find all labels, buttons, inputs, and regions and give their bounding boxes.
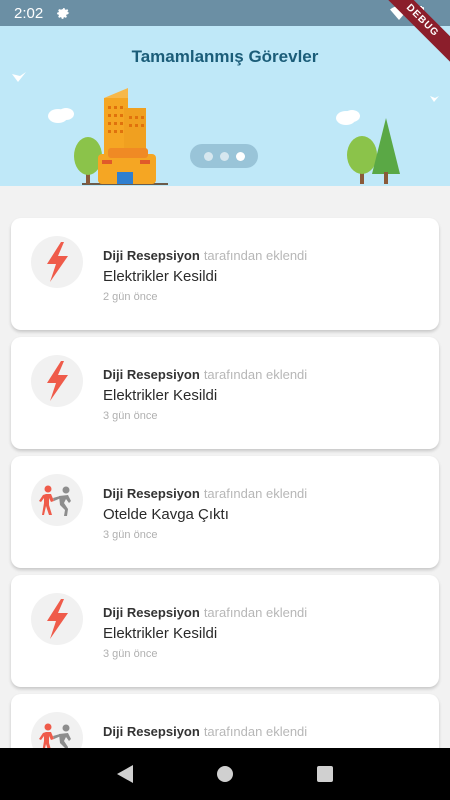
- status-bar: 2:02: [0, 0, 450, 26]
- task-card[interactable]: Diji Resepsiyon tarafından eklendi: [11, 694, 439, 748]
- navigation-bar: [0, 748, 450, 800]
- header-banner: Tamamlanmış Görevler: [0, 26, 450, 186]
- page-dot[interactable]: [219, 151, 229, 161]
- gear-icon: [57, 8, 70, 19]
- lightning-icon: [47, 361, 68, 401]
- task-time: 3 gün önce: [103, 648, 158, 660]
- task-meta: Diji Resepsiyon tarafından eklendi: [103, 724, 307, 739]
- task-title: Elektrikler Kesildi: [103, 387, 218, 404]
- fight-icon: [39, 723, 71, 748]
- recents-icon: [317, 766, 333, 782]
- page-dot[interactable]: [203, 151, 213, 161]
- task-meta: Diji Resepsiyon tarafından eklendi: [103, 486, 307, 501]
- task-added-by: tarafından eklendi: [203, 486, 308, 501]
- home-icon: [217, 766, 233, 782]
- task-added-by: tarafından eklendi: [203, 605, 308, 620]
- task-icon-badge: [31, 712, 83, 748]
- task-title: Otelde Kavga Çıktı: [103, 506, 229, 523]
- back-button[interactable]: [110, 759, 140, 789]
- task-card[interactable]: Diji Resepsiyon tarafından eklendi Elektr…: [11, 575, 439, 687]
- task-meta: Diji Resepsiyon tarafından eklendi: [103, 367, 307, 382]
- task-meta: Diji Resepsiyon tarafından eklendi: [103, 605, 307, 620]
- task-author: Diji Resepsiyon: [103, 605, 200, 620]
- task-icon-badge: [31, 474, 83, 526]
- task-icon-badge: [31, 236, 83, 288]
- task-author: Diji Resepsiyon: [103, 248, 200, 263]
- page-indicator[interactable]: [190, 144, 258, 168]
- task-card[interactable]: Diji Resepsiyon tarafından eklendi Elektr…: [11, 218, 439, 330]
- task-added-by: tarafından eklendi: [203, 724, 308, 739]
- task-author: Diji Resepsiyon: [103, 367, 200, 382]
- lightning-icon: [47, 242, 68, 282]
- task-author: Diji Resepsiyon: [103, 724, 200, 739]
- task-time: 3 gün önce: [103, 410, 158, 422]
- task-icon-badge: [31, 355, 83, 407]
- task-added-by: tarafından eklendi: [203, 367, 308, 382]
- task-title: Elektrikler Kesildi: [103, 625, 218, 642]
- lightning-icon: [47, 599, 68, 639]
- task-added-by: tarafından eklendi: [203, 248, 308, 263]
- task-meta: Diji Resepsiyon tarafından eklendi: [103, 248, 307, 263]
- task-author: Diji Resepsiyon: [103, 486, 200, 501]
- fight-icon: [39, 485, 71, 516]
- task-card[interactable]: Diji Resepsiyon tarafından eklendi Elektr…: [11, 337, 439, 449]
- back-icon: [117, 765, 133, 783]
- completed-tasks-list[interactable]: Diji Resepsiyon tarafından eklendi Elektr…: [0, 186, 450, 748]
- task-icon-badge: [31, 593, 83, 645]
- page-dot-active[interactable]: [235, 151, 245, 161]
- task-card[interactable]: Diji Resepsiyon tarafından eklendi Otelde…: [11, 456, 439, 568]
- home-button[interactable]: [210, 759, 240, 789]
- task-title: Elektrikler Kesildi: [103, 268, 218, 285]
- task-time: 2 gün önce: [103, 291, 158, 303]
- page-title: Tamamlanmış Görevler: [131, 47, 319, 66]
- status-time: 2:02: [14, 4, 44, 22]
- task-time: 3 gün önce: [103, 529, 158, 541]
- recents-button[interactable]: [310, 759, 340, 789]
